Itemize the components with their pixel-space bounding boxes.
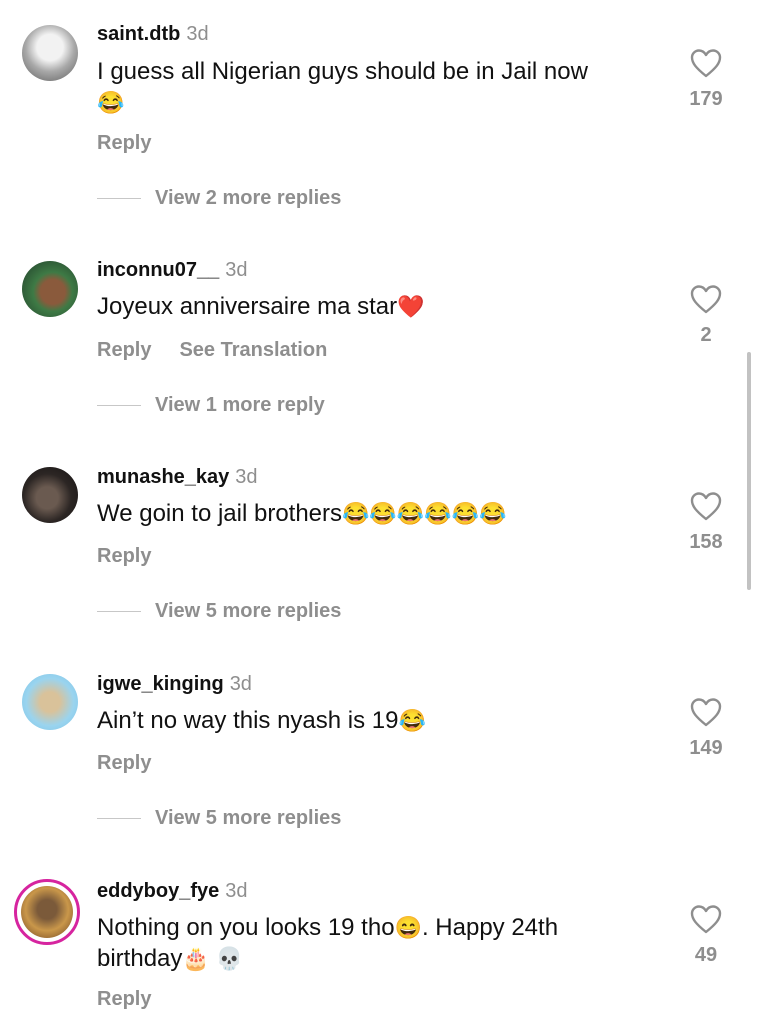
- username[interactable]: saint.dtb: [97, 23, 180, 45]
- view-replies-label: View 5 more replies: [155, 600, 342, 622]
- view-replies-label: View 2 more replies: [155, 187, 342, 209]
- heart-outline-icon[interactable]: [690, 491, 722, 521]
- heart-outline-icon[interactable]: [690, 904, 722, 934]
- laughing-emoji-icon: 😂😂😂😂😂😂: [342, 501, 507, 526]
- timestamp: 3d: [186, 23, 209, 45]
- comment-header: igwe_kinging 3d: [97, 673, 252, 696]
- laughing-emoji-icon: 😂: [398, 708, 426, 733]
- like-count: 49: [694, 944, 718, 966]
- red-heart-emoji-icon: ❤️: [397, 294, 425, 319]
- laughing-emoji-icon: 😂: [97, 90, 125, 115]
- like-count: 158: [689, 531, 723, 553]
- avatar[interactable]: [22, 25, 78, 81]
- comment-body: Nothing on you looks 19 tho: [97, 914, 395, 941]
- username[interactable]: eddyboy_fye: [97, 880, 219, 902]
- comment-header: saint.dtb 3d: [97, 23, 209, 46]
- avatar[interactable]: [22, 467, 78, 523]
- see-translation-button[interactable]: See Translation: [179, 339, 327, 361]
- view-replies-button[interactable]: View 1 more reply: [97, 394, 325, 417]
- timestamp: 3d: [229, 673, 252, 695]
- replies-divider: [97, 611, 141, 613]
- view-replies-button[interactable]: View 5 more replies: [97, 600, 341, 623]
- timestamp: 3d: [225, 880, 248, 902]
- like-control: 158: [676, 491, 736, 554]
- heart-outline-icon[interactable]: [690, 48, 722, 78]
- comment-actions: Reply See Translation: [97, 339, 355, 362]
- comment-body: Ain’t no way this nyash is 19: [97, 707, 399, 734]
- like-control: 49: [676, 904, 736, 967]
- comment-text: We goin to jail brothers😂😂😂😂😂😂: [97, 498, 657, 529]
- reply-button[interactable]: Reply: [97, 752, 151, 774]
- like-count: 149: [689, 737, 723, 759]
- comment-header: eddyboy_fye 3d: [97, 880, 248, 903]
- avatar[interactable]: [22, 261, 78, 317]
- comment-actions: Reply: [97, 545, 179, 568]
- comment-header: munashe_kay 3d: [97, 466, 258, 489]
- comment-actions: Reply: [97, 752, 179, 775]
- replies-divider: [97, 198, 141, 200]
- reply-button[interactable]: Reply: [97, 339, 151, 361]
- scrollbar[interactable]: [747, 352, 751, 590]
- like-control: 2: [676, 284, 736, 347]
- replies-divider: [97, 818, 141, 820]
- comment-body: We goin to jail brothers: [97, 500, 343, 527]
- comment-text: I guess all Nigerian guys should be in J…: [97, 56, 657, 118]
- comment-text: Nothing on you looks 19 tho😄. Happy 24th…: [97, 912, 637, 974]
- timestamp: 3d: [225, 259, 248, 281]
- avatar-image: [21, 886, 73, 938]
- username[interactable]: inconnu07__: [97, 259, 219, 281]
- comment-header: inconnu07__ 3d: [97, 259, 248, 282]
- reply-button[interactable]: Reply: [97, 132, 151, 154]
- comment-text: Joyeux anniversaire ma star❤️: [97, 291, 657, 322]
- avatar[interactable]: [22, 674, 78, 730]
- comment-body: I guess all Nigerian guys should be in J…: [97, 58, 588, 85]
- like-control: 149: [676, 697, 736, 760]
- username[interactable]: munashe_kay: [97, 466, 229, 488]
- heart-outline-icon[interactable]: [690, 697, 722, 727]
- username[interactable]: igwe_kinging: [97, 673, 224, 695]
- view-replies-button[interactable]: View 2 more replies: [97, 187, 341, 210]
- avatar-with-story-ring[interactable]: [14, 879, 80, 945]
- comment-actions: Reply: [97, 988, 179, 1011]
- comment-actions: Reply: [97, 132, 179, 155]
- reply-button[interactable]: Reply: [97, 545, 151, 567]
- timestamp: 3d: [235, 466, 258, 488]
- like-count: 179: [689, 88, 723, 110]
- grinning-emoji-icon: 😄: [394, 915, 422, 940]
- cake-skull-emoji-icon: 🎂 💀: [182, 946, 244, 971]
- reply-button[interactable]: Reply: [97, 988, 151, 1010]
- view-replies-label: View 5 more replies: [155, 807, 342, 829]
- view-replies-label: View 1 more reply: [155, 394, 325, 416]
- comment-text: Ain’t no way this nyash is 19😂: [97, 705, 657, 736]
- like-control: 179: [676, 48, 736, 111]
- heart-outline-icon[interactable]: [690, 284, 722, 314]
- comment-body: Joyeux anniversaire ma star: [97, 293, 398, 320]
- like-count: 2: [700, 324, 712, 346]
- view-replies-button[interactable]: View 5 more replies: [97, 807, 341, 830]
- replies-divider: [97, 405, 141, 407]
